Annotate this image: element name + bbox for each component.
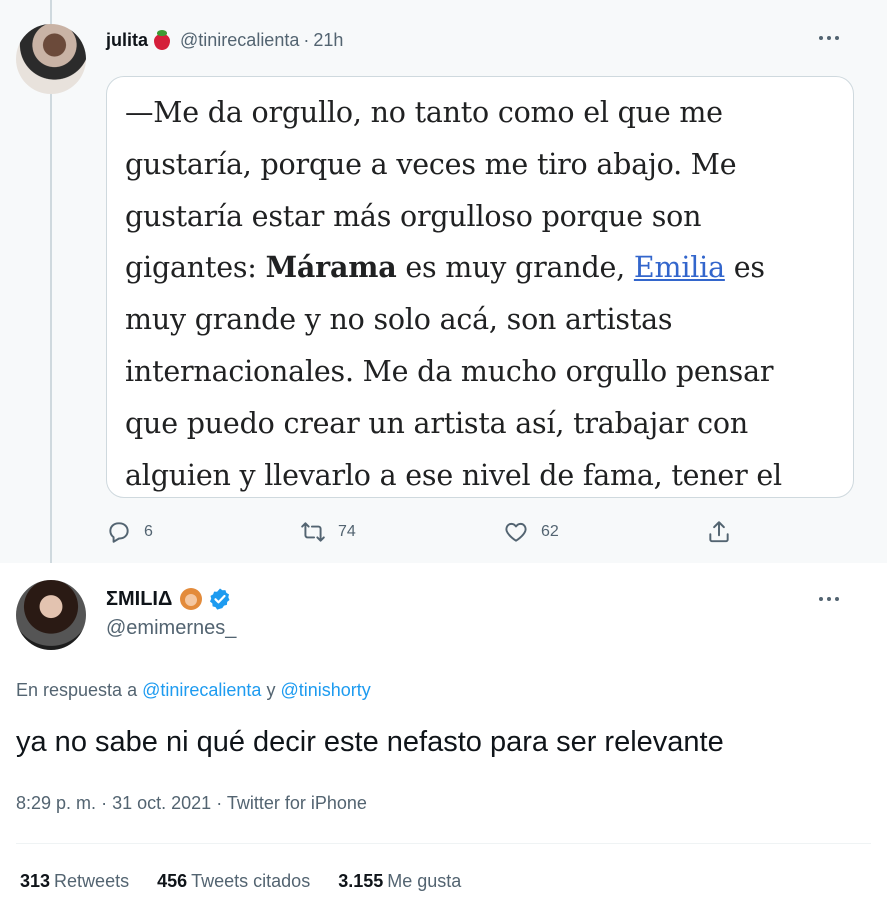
reply-icon xyxy=(109,522,129,543)
retweets-stat[interactable]: 313 Retweets xyxy=(20,871,129,892)
quote-text-fragment: gustaría, porque a veces me tiro abajo. … xyxy=(125,147,737,181)
retweets-label: Retweets xyxy=(54,871,130,891)
quote-text-fragment: gustaría estar más orgulloso porque son xyxy=(125,199,702,233)
verified-badge-icon xyxy=(210,588,230,610)
tweet-stats: 313 Retweets 456 Tweets citados 3.155 Me gu… xyxy=(20,871,461,892)
in-reply-and: y xyxy=(266,680,276,700)
tweet-text: ya no sabe ni qué decir este nefasto par… xyxy=(16,726,724,758)
like-button[interactable]: 62 xyxy=(503,516,559,548)
heart-icon xyxy=(505,522,527,542)
mention-link[interactable]: @tinishorty xyxy=(280,680,370,700)
quote-line: internacionales. Me da mucho orgullo pen… xyxy=(125,346,845,398)
tweet-time[interactable]: 21h xyxy=(313,30,343,51)
quote-tweets-stat[interactable]: 456 Tweets citados xyxy=(157,871,310,892)
avatar[interactable] xyxy=(16,580,86,650)
image-attachment[interactable]: —Me da orgullo, no tanto como el que me g… xyxy=(106,76,854,498)
quote-line: —Me da orgullo, no tanto como el que me xyxy=(125,87,845,139)
quote-text-fragment: muy grande y no solo acá, son artistas xyxy=(125,303,673,337)
tweet-actions: 6 74 62 xyxy=(106,516,846,548)
more-options-icon[interactable] xyxy=(815,28,843,48)
more-options-icon[interactable] xyxy=(815,589,843,609)
reply-button[interactable]: 6 xyxy=(106,516,153,548)
quote-text-fragment: alguien y llevarlo a ese nivel de fama, … xyxy=(125,458,782,492)
author-name[interactable]: ΣMILIΔ xyxy=(106,588,172,611)
like-count: 62 xyxy=(541,523,559,540)
quote-line: gustaría estar más orgulloso porque son xyxy=(125,191,845,243)
tweet-time[interactable]: 8:29 p. m. xyxy=(16,793,96,813)
author-handle[interactable]: @tinirecalienta xyxy=(180,30,299,51)
tweet-source[interactable]: Twitter for iPhone xyxy=(227,793,367,813)
mention-link[interactable]: @tinirecalienta xyxy=(142,680,261,700)
likes-stat[interactable]: 3.155 Me gusta xyxy=(338,871,461,892)
author-name[interactable]: julita xyxy=(106,30,148,51)
quote-line: alguien y llevarlo a ese nivel de fama, … xyxy=(125,450,845,497)
tweet-date[interactable]: 31 oct. 2021 xyxy=(112,793,211,813)
retweet-icon xyxy=(301,522,325,542)
tweet-meta: 8:29 p. m. · 31 oct. 2021 · Twitter for … xyxy=(16,793,367,814)
in-reply-to: En respuesta a @tinirecalienta y @tinish… xyxy=(16,680,371,701)
retweet-count: 74 xyxy=(338,523,356,540)
separator-dot: · xyxy=(101,793,108,813)
likes-count: 3.155 xyxy=(338,871,384,891)
retweet-button[interactable]: 74 xyxy=(300,516,356,548)
quote-tweets-count: 456 xyxy=(157,871,188,891)
quote-text-fragment: internacionales. Me da mucho orgullo pen… xyxy=(125,354,774,388)
strawberry-icon xyxy=(152,29,172,51)
quote-text-fragment: que puedo crear un artista así, trabajar… xyxy=(125,406,749,440)
quote-text-fragment: —Me da orgullo, no tanto como el que me xyxy=(125,96,723,129)
woman-icon xyxy=(180,588,203,610)
quote-text-fragment: es xyxy=(724,251,765,285)
divider xyxy=(16,843,871,844)
author-handle[interactable]: @emimernes_ xyxy=(106,617,236,640)
likes-label: Me gusta xyxy=(387,871,462,891)
quote-line: que puedo crear un artista así, trabajar… xyxy=(125,398,845,450)
reply-count: 6 xyxy=(144,523,153,540)
quote-text-image: —Me da orgullo, no tanto como el que me g… xyxy=(125,87,845,497)
quote-bold-text: Márama xyxy=(265,250,397,285)
quote-text-fragment: es muy grande, xyxy=(396,251,634,285)
share-button[interactable] xyxy=(706,516,732,548)
quote-line: gigantes: Márama es muy grande, Emilia e… xyxy=(125,242,845,294)
quote-text-fragment: gigantes: xyxy=(125,251,266,285)
quote-link: Emilia xyxy=(633,251,725,285)
quote-line: gustaría, porque a veces me tiro abajo. … xyxy=(125,139,845,191)
reply-tweet-header: julita @tinirecalienta · 21h xyxy=(106,27,343,53)
avatar[interactable] xyxy=(16,24,86,94)
separator-dot: · xyxy=(216,793,223,813)
retweets-count: 313 xyxy=(20,871,51,891)
separator-dot: · xyxy=(303,29,310,50)
share-icon xyxy=(709,521,729,543)
main-tweet-header: ΣMILIΔ xyxy=(106,585,232,613)
in-reply-prefix: En respuesta a xyxy=(16,680,138,700)
quote-line: muy grande y no solo acá, son artistas xyxy=(125,294,845,346)
quote-tweets-label: Tweets citados xyxy=(191,871,311,891)
